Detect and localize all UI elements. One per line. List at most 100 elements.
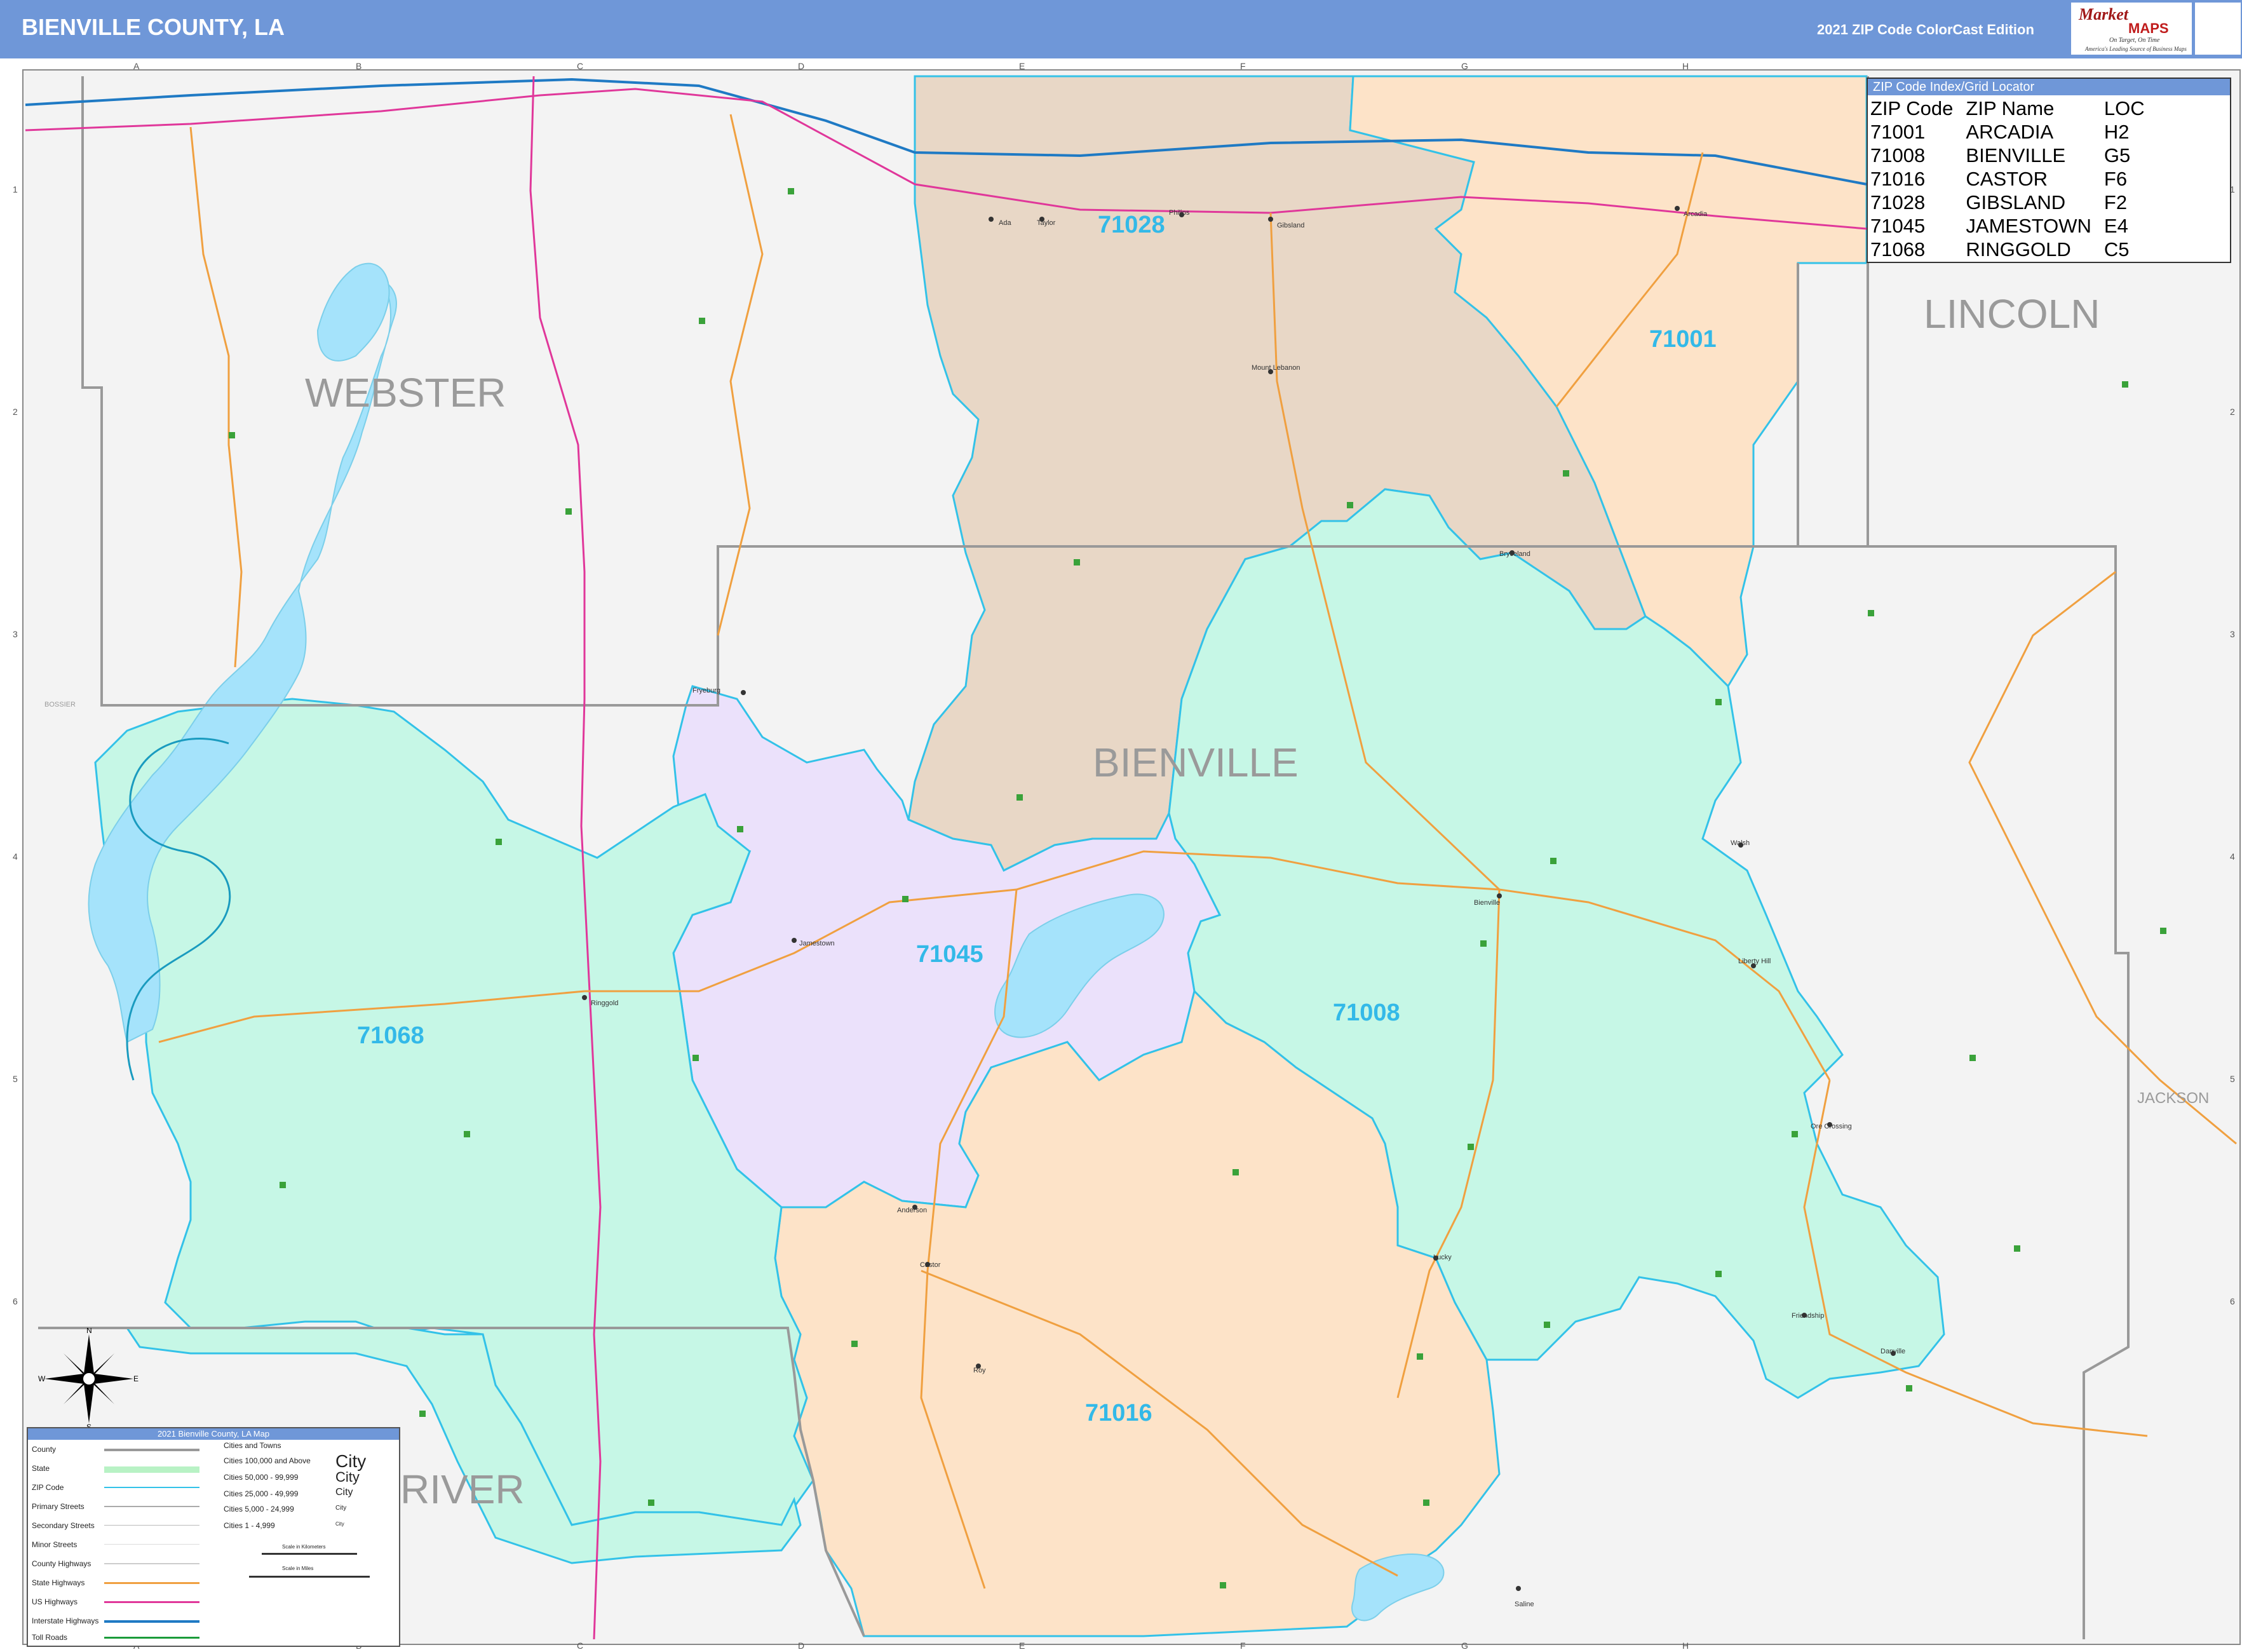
zip-index-zip: 71028 — [1870, 191, 1926, 213]
town-bryceland[interactable]: Bryceland — [1499, 550, 1530, 558]
legend-item-us-hwy: US Highways — [32, 1597, 78, 1606]
zip-index-loc: F6 — [2104, 168, 2128, 190]
zip-index-name: GIBSLAND — [1966, 191, 2066, 213]
town-friendship[interactable]: Friendship — [1792, 1312, 1824, 1320]
county-label-bienville: BIENVILLE — [1093, 740, 1299, 785]
legend-city-class-1: Cities 100,000 and Above — [224, 1456, 311, 1465]
zip-index-zip: 71016 — [1870, 168, 1926, 190]
zip-index-name: JAMESTOWN — [1966, 215, 2091, 237]
grid-letter-f: F — [1240, 61, 1246, 71]
zip-index-zip: 71068 — [1870, 238, 1926, 261]
legend-line-interstate — [104, 1620, 199, 1623]
legend-scale-mi-bar — [249, 1576, 370, 1578]
zip-index-col-name: ZIP Name — [1966, 97, 2055, 119]
county-label-river: RIVER — [400, 1466, 525, 1512]
zip-label-71045[interactable]: 71045 — [916, 941, 983, 968]
zip-index-name: ARCADIA — [1966, 121, 2054, 143]
zip-index-row[interactable]: 71001 ARCADIA H2 — [1870, 120, 2158, 144]
grid-number-6-right: 6 — [2230, 1296, 2235, 1306]
town-mount-lebanon[interactable]: Mount Lebanon — [1252, 364, 1300, 372]
legend-item-zip: ZIP Code — [32, 1483, 64, 1492]
legend-city-sample-5: City — [335, 1521, 344, 1527]
grid-number-5: 5 — [13, 1074, 18, 1084]
town-saline[interactable]: Saline — [1515, 1601, 1534, 1608]
legend-line-county-hwy — [104, 1563, 199, 1564]
zip-index-zip: 71045 — [1870, 215, 1926, 237]
county-label-bossier: BOSSIER — [44, 701, 76, 708]
zip-index-loc: G5 — [2104, 144, 2131, 166]
grid-letter-a: A — [133, 61, 140, 71]
compass-e: E — [133, 1374, 138, 1383]
legend-cities-title: Cities and Towns — [224, 1441, 281, 1450]
legend-line-primary — [104, 1506, 199, 1507]
legend-item-state-hwy: State Highways — [32, 1578, 85, 1587]
grid-letter-f-bottom: F — [1240, 1641, 1246, 1651]
legend-city-sample-3: City — [335, 1487, 353, 1498]
town-arcadia[interactable]: Arcadia — [1684, 210, 1708, 218]
town-castor[interactable]: Castor — [920, 1261, 941, 1269]
town-danville[interactable]: Danville — [1881, 1348, 1905, 1355]
grid-letter-e-bottom: E — [1019, 1641, 1025, 1651]
zip-label-71001[interactable]: 71001 — [1649, 326, 1717, 353]
legend-title: 2021 Bienville County, LA Map — [28, 1428, 399, 1440]
legend-scale-mi: Scale in Miles — [282, 1566, 314, 1571]
legend-city-class-4: Cities 5,000 - 24,999 — [224, 1505, 294, 1513]
zip-code-index: ZIP Code Index/Grid Locator ZIP Code ZIP… — [1867, 78, 2231, 263]
grid-letter-d: D — [798, 61, 805, 71]
compass-w: W — [38, 1374, 46, 1383]
legend-scale-km-bar — [262, 1553, 357, 1555]
zip-index-loc: H2 — [2104, 121, 2130, 143]
town-philips[interactable]: Philips — [1169, 209, 1190, 217]
legend-line-us-hwy — [104, 1601, 199, 1603]
town-jamestown[interactable]: Jamestown — [799, 940, 835, 947]
town-ada[interactable]: Ada — [999, 219, 1011, 227]
grid-letter-h-bottom: H — [1682, 1641, 1689, 1651]
grid-number-2-right: 2 — [2230, 407, 2235, 417]
town-liberty-hill[interactable]: Liberty Hill — [1738, 958, 1771, 965]
county-label-webster: WEBSTER — [305, 370, 506, 416]
grid-number-2: 2 — [13, 407, 18, 417]
town-fryeburg[interactable]: Fryeburg — [692, 687, 720, 694]
legend-item-interstate: Interstate Highways — [32, 1616, 99, 1625]
zip-label-71016[interactable]: 71016 — [1085, 1400, 1152, 1426]
zip-label-71068[interactable]: 71068 — [357, 1022, 424, 1049]
town-walsh[interactable]: Walsh — [1731, 839, 1750, 847]
zip-index-row[interactable]: 71045 JAMESTOWN E4 — [1870, 214, 2158, 238]
logo-brand-maps: MAPS — [2128, 20, 2169, 36]
map-edition: 2021 ZIP Code ColorCast Edition — [1817, 22, 2034, 37]
zip-index-loc: C5 — [2104, 238, 2130, 261]
town-bienville[interactable]: Bienville — [1474, 899, 1500, 907]
county-label-lincoln: LINCOLN — [1924, 291, 2100, 337]
grid-number-1: 1 — [13, 184, 18, 194]
town-roy[interactable]: Roy — [973, 1367, 986, 1374]
town-lucky[interactable]: Lucky — [1433, 1254, 1452, 1261]
legend-city-class-2: Cities 50,000 - 99,999 — [224, 1473, 299, 1482]
grid-letter-h: H — [1682, 61, 1689, 71]
zip-label-71028[interactable]: 71028 — [1098, 212, 1165, 238]
legend-line-secondary — [104, 1525, 199, 1526]
town-taylor[interactable]: Taylor — [1037, 219, 1056, 227]
legend-item-secondary: Secondary Streets — [32, 1521, 95, 1530]
market-maps-logo[interactable]: Market MAPS On Target, On Time America's… — [2071, 3, 2192, 55]
town-ore-crossing[interactable]: Ore Crossing — [1811, 1123, 1852, 1130]
zip-index-row[interactable]: 71068 RINGGOLD C5 — [1870, 238, 2158, 261]
zip-index-row[interactable]: 71028 GIBSLAND F2 — [1870, 191, 2158, 214]
legend-city-sample-4: City — [335, 1505, 347, 1512]
zip-index-name: RINGGOLD — [1966, 238, 2071, 261]
zip-index-row[interactable]: 71016 CASTOR F6 — [1870, 167, 2158, 191]
zip-index-row[interactable]: 71008 BIENVILLE G5 — [1870, 144, 2158, 167]
town-ringgold[interactable]: Ringgold — [591, 999, 618, 1007]
town-anderson[interactable]: Anderson — [897, 1207, 927, 1214]
zip-index-header-row: ZIP Code ZIP Name LOC — [1870, 97, 2158, 120]
legend-line-state-hwy — [104, 1582, 199, 1584]
grid-number-4-right: 4 — [2230, 851, 2235, 862]
legend-item-toll: Toll Roads — [32, 1633, 68, 1642]
grid-letter-b: B — [356, 61, 362, 71]
zip-index-table: ZIP Code ZIP Name LOC 71001 ARCADIA H2 7… — [1870, 97, 2158, 261]
legend-item-county-hwy: County Highways — [32, 1559, 91, 1568]
legend-item-primary: Primary Streets — [32, 1502, 84, 1511]
zip-label-71008[interactable]: 71008 — [1333, 999, 1400, 1026]
grid-number-6: 6 — [13, 1296, 18, 1306]
town-gibsland[interactable]: Gibsland — [1277, 222, 1304, 229]
zip-index-name: CASTOR — [1966, 168, 2048, 190]
